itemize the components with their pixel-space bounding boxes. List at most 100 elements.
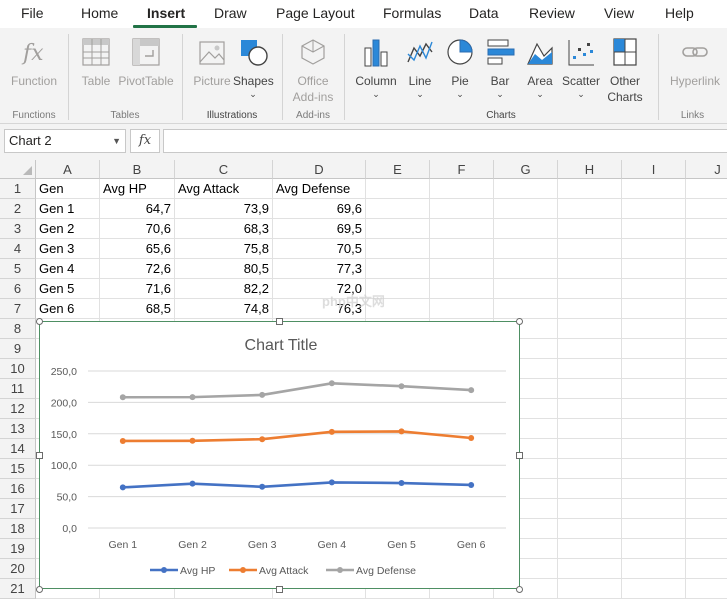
line-dropdown-caret[interactable]: ⌄ <box>402 89 438 99</box>
cell-a4[interactable]: Gen 3 <box>36 239 99 259</box>
cell-a7[interactable]: Gen 6 <box>36 299 99 319</box>
cell-b5[interactable]: 72,6 <box>100 259 174 279</box>
menu-view[interactable]: View <box>604 5 634 21</box>
name-box[interactable]: Chart 2 ▼ <box>4 129 126 153</box>
cell-c6[interactable]: 82,2 <box>175 279 272 299</box>
scatter-chart-button[interactable]: Scatter ⌄ <box>560 36 602 99</box>
column-header-g[interactable]: G <box>494 160 558 179</box>
row-header[interactable]: 1 <box>0 179 36 199</box>
hyperlink-button[interactable]: Hyperlink <box>667 36 723 89</box>
resize-handle-right[interactable] <box>516 452 523 459</box>
cell-c1[interactable]: Avg Attack <box>175 179 272 199</box>
cell-a1[interactable]: Gen <box>36 179 99 199</box>
row-header[interactable]: 16 <box>0 479 36 499</box>
cell-b4[interactable]: 65,6 <box>100 239 174 259</box>
row-header[interactable]: 13 <box>0 419 36 439</box>
row-header[interactable]: 19 <box>0 539 36 559</box>
resize-handle-bottom[interactable] <box>276 586 283 593</box>
column-header-h[interactable]: H <box>558 160 622 179</box>
menu-home[interactable]: Home <box>81 5 118 21</box>
column-header-e[interactable]: E <box>366 160 430 179</box>
cell-d4[interactable]: 70,5 <box>273 239 365 259</box>
column-header-a[interactable]: A <box>36 160 100 179</box>
function-button[interactable]: fx Function <box>8 36 60 89</box>
column-header-b[interactable]: B <box>100 160 175 179</box>
menu-data[interactable]: Data <box>469 5 499 21</box>
row-header[interactable]: 2 <box>0 199 36 219</box>
cell-b6[interactable]: 71,6 <box>100 279 174 299</box>
row-header[interactable]: 9 <box>0 339 36 359</box>
column-chart-button[interactable]: Column ⌄ <box>352 36 400 99</box>
menu-review[interactable]: Review <box>529 5 575 21</box>
row-header[interactable]: 17 <box>0 499 36 519</box>
resize-handle-top-left[interactable] <box>36 318 43 325</box>
resize-handle-left[interactable] <box>36 452 43 459</box>
pie-dropdown-caret[interactable]: ⌄ <box>442 89 478 99</box>
row-header[interactable]: 3 <box>0 219 36 239</box>
line-chart-button[interactable]: Line ⌄ <box>402 36 438 99</box>
cell-a2[interactable]: Gen 1 <box>36 199 99 219</box>
scatter-dropdown-caret[interactable]: ⌄ <box>560 89 602 99</box>
menu-help[interactable]: Help <box>665 5 694 21</box>
menu-insert[interactable]: Insert <box>147 5 185 21</box>
row-header[interactable]: 5 <box>0 259 36 279</box>
row-header[interactable]: 11 <box>0 379 36 399</box>
row-header[interactable]: 10 <box>0 359 36 379</box>
row-header[interactable]: 4 <box>0 239 36 259</box>
cell-d3[interactable]: 69,5 <box>273 219 365 239</box>
bar-dropdown-caret[interactable]: ⌄ <box>482 89 518 99</box>
select-all-corner[interactable] <box>0 160 36 179</box>
cell-b2[interactable]: 64,7 <box>100 199 174 219</box>
cell-b7[interactable]: 68,5 <box>100 299 174 319</box>
row-header[interactable]: 15 <box>0 459 36 479</box>
menu-formulas[interactable]: Formulas <box>383 5 441 21</box>
row-header[interactable]: 7 <box>0 299 36 319</box>
column-dropdown-caret[interactable]: ⌄ <box>352 89 400 99</box>
chevron-down-icon[interactable]: ▼ <box>112 136 121 146</box>
row-header[interactable]: 20 <box>0 559 36 579</box>
line-chart[interactable]: Chart Title 0,0 50,0 100,0 150,0 200,0 250,0 Ge… <box>39 321 520 589</box>
table-button[interactable]: Table <box>79 36 113 89</box>
cell-a6[interactable]: Gen 5 <box>36 279 99 299</box>
resize-handle-top[interactable] <box>276 318 283 325</box>
menu-page-layout[interactable]: Page Layout <box>276 5 355 21</box>
row-header[interactable]: 14 <box>0 439 36 459</box>
menu-file[interactable]: File <box>21 5 44 21</box>
cell-c7[interactable]: 74,8 <box>175 299 272 319</box>
column-header-f[interactable]: F <box>430 160 494 179</box>
cell-c4[interactable]: 75,8 <box>175 239 272 259</box>
resize-handle-top-right[interactable] <box>516 318 523 325</box>
cell-d5[interactable]: 77,3 <box>273 259 365 279</box>
cell-c5[interactable]: 80,5 <box>175 259 272 279</box>
column-header-i[interactable]: I <box>622 160 686 179</box>
area-dropdown-caret[interactable]: ⌄ <box>522 89 558 99</box>
pivottable-button[interactable]: PivotTable <box>117 36 175 89</box>
row-header[interactable]: 12 <box>0 399 36 419</box>
cell-b1[interactable]: Avg HP <box>100 179 174 199</box>
shapes-button[interactable]: Shapes ⌄ <box>233 36 274 99</box>
column-header-d[interactable]: D <box>273 160 366 179</box>
column-header-c[interactable]: C <box>175 160 273 179</box>
row-header[interactable]: 21 <box>0 579 36 599</box>
resize-handle-bottom-left[interactable] <box>36 586 43 593</box>
cell-d2[interactable]: 69,6 <box>273 199 365 219</box>
formula-input[interactable] <box>163 129 727 153</box>
office-addins-button[interactable]: Office Add-ins <box>290 36 336 105</box>
cell-d1[interactable]: Avg Defense <box>273 179 365 199</box>
area-chart-button[interactable]: Area ⌄ <box>522 36 558 99</box>
column-header-j[interactable]: J <box>686 160 727 179</box>
row-header[interactable]: 6 <box>0 279 36 299</box>
cell-b3[interactable]: 70,6 <box>100 219 174 239</box>
menu-draw[interactable]: Draw <box>214 5 247 21</box>
pie-chart-button[interactable]: Pie ⌄ <box>442 36 478 99</box>
cell-a5[interactable]: Gen 4 <box>36 259 99 279</box>
cell-a3[interactable]: Gen 2 <box>36 219 99 239</box>
picture-button[interactable]: Picture <box>191 36 233 89</box>
cell-c2[interactable]: 73,9 <box>175 199 272 219</box>
insert-function-button[interactable]: fx <box>130 129 160 153</box>
row-header[interactable]: 18 <box>0 519 36 539</box>
bar-chart-button[interactable]: Bar ⌄ <box>482 36 518 99</box>
cell-c3[interactable]: 68,3 <box>175 219 272 239</box>
row-header[interactable]: 8 <box>0 319 36 339</box>
resize-handle-bottom-right[interactable] <box>516 586 523 593</box>
